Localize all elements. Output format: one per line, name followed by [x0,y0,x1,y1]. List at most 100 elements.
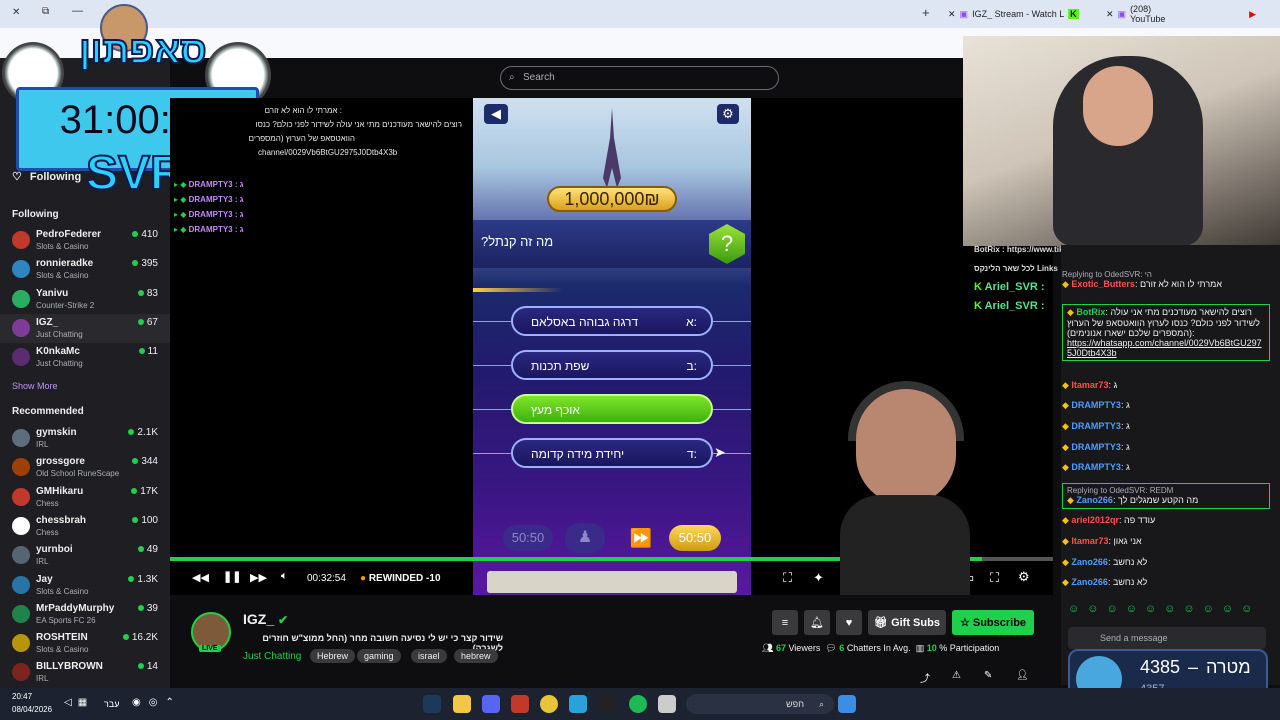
chat-username[interactable]: BotRix [1076,307,1105,317]
channel-name[interactable]: IGZ_ [243,611,274,627]
chat-username[interactable]: Itamar73 [1071,536,1108,546]
tab-close-icon[interactable]: ✕ [948,9,956,20]
new-tab-icon[interactable]: + [922,5,930,20]
chat-username[interactable]: Zano266 [1071,577,1108,587]
wifi-icon[interactable]: ◎ [149,697,166,708]
sidebar-channel-item[interactable]: PedroFederer Slots & Casino 410 [0,226,170,255]
chat-username[interactable]: DRAMPTY3 [1071,400,1121,410]
browser-window-icon[interactable]: ⧉ [42,6,49,17]
chat-username[interactable]: DRAMPTY3 [1071,421,1121,431]
chat-input[interactable]: Send a message [1068,627,1266,649]
lifeline-5050-right[interactable]: 50:50 [669,525,721,551]
notification-bell-icon[interactable]: 🔔︎ [804,610,830,635]
folder-icon[interactable] [453,695,471,713]
discord-icon[interactable] [482,695,500,713]
sidebar-channel-item[interactable]: BILLYBROWN IRL 14 [0,658,170,687]
chat-username[interactable]: Itamar73 [1071,380,1108,390]
pencil-icon[interactable]: ✎ [984,670,992,681]
audience-icon[interactable]: ♟ [565,523,605,553]
taskbar-lang[interactable]: עבר [104,699,119,709]
windows-start-icon[interactable] [838,695,856,713]
explorer-icon[interactable] [658,695,676,713]
chat-message: Replying to OdedSVR: REDM ◆ Zano266: מה ה… [1062,483,1270,509]
app-icon[interactable] [511,695,529,713]
steam-icon[interactable] [423,695,441,713]
recommended-header: Recommended [12,406,84,417]
skip-icon[interactable]: ⏩ [621,523,661,553]
more-button[interactable]: ≡ [772,610,798,635]
clip-icon[interactable]: ⛶ [783,570,792,586]
spotify-icon[interactable] [629,695,647,713]
subscribe-button[interactable]: ☆ Subscribe [952,610,1034,635]
channel-category: Slots & Casino [36,242,89,251]
chat-username[interactable]: DRAMPTY3 [1071,462,1121,472]
answer-option[interactable]: דרגה גבוהה באסלאם א: [511,306,713,336]
sidebar-channel-item[interactable]: Yanivu Counter-Strike 2 83 [0,285,170,314]
sidebar-channel-item[interactable]: yurnboi IRL 49 [0,541,170,570]
live-dot-icon [137,318,144,325]
tag-pill[interactable]: hebrew [454,649,498,663]
settings-gear-icon[interactable]: ⚙ [717,104,739,124]
sidebar-channel-item[interactable]: grossgore Old School RuneScape 344 [0,453,170,482]
pause-icon[interactable]: ❚❚ [223,570,241,583]
chat-message: ◆ DRAMPTY3: ג [1062,442,1270,453]
sidebar-channel-item[interactable]: MrPaddyMurphy EA Sports FC 26 39 [0,600,170,629]
browser-close-icon[interactable]: ✕ [12,7,20,18]
fullscreen-icon[interactable]: ⛶ [990,570,999,586]
speaker-icon[interactable]: ◁ [64,697,78,708]
stream-category[interactable]: Just Chatting [243,651,301,662]
chat-username[interactable]: DRAMPTY3 [1071,442,1121,452]
volume-icon[interactable]: 🔈︎ [281,570,288,583]
tag-pill[interactable]: israel [411,649,447,663]
gift-subs-button[interactable]: 🎁︎ Gift Subs [868,610,946,635]
back-button[interactable]: ◀ [484,104,508,124]
sidebar-channel-item[interactable]: ROSHTEIN Slots & Casino 16.2K [0,629,170,658]
forward-icon[interactable]: ▶▶ [250,571,267,584]
chrome-icon[interactable] [540,695,558,713]
settings-icon[interactable]: ⚙ [1018,569,1030,585]
chat-username[interactable]: Zano266 [1076,495,1113,505]
hint-icon[interactable]: ? [709,224,745,264]
sidebar-channel-item[interactable]: K0nkaMc Just Chatting 11 [0,343,170,372]
network-icon[interactable]: ▦ [78,697,93,708]
sidebar-channel-item[interactable]: chessbrah Chess 100 [0,512,170,541]
tag-pill[interactable]: Hebrew [310,649,356,663]
search-input[interactable]: ⌕ Search [500,66,779,90]
mic-icon[interactable]: ◉ [132,697,149,708]
sidebar-channel-item[interactable]: ronnieradke Slots & Casino 395 [0,255,170,284]
lifeline-5050-left[interactable]: 50:50 [503,525,553,551]
rewind-icon[interactable]: ◀◀ [192,571,209,584]
chat-username[interactable]: Exotic_Butters [1071,279,1135,289]
sidebar-channel-item[interactable]: Jay Slots & Casino 1.3K [0,571,170,600]
share-icon[interactable]: ⤴ [920,670,930,685]
following-label: Following [29,171,82,183]
tag-pill[interactable]: gaming [357,649,401,663]
user-icon[interactable]: 👤︎ [1016,670,1029,681]
live-dot-icon [132,260,139,267]
tray-icons-2: ◉◎⌃ [132,697,182,708]
taskbar-search[interactable]: חפש ⌕ [686,694,834,714]
sparkle-icon[interactable]: ✦ [813,570,824,586]
sidebar-channel-item[interactable]: gymskin IRL 2.1K [0,424,170,453]
answer-option[interactable]: שפת תכנות ב: [511,350,713,380]
tab-twitch[interactable]: ✕ ▣ IGZ_ Stream - Watch Live o K [948,4,1098,24]
tab-youtube[interactable]: ✕ ▣ (208) YouTube ▶ [1106,4,1256,24]
sidebar-channel-item[interactable]: GMHikaru Chess 17K [0,483,170,512]
overlay-chat-line: K Ariel_SVR : [974,300,1045,312]
telegram-icon[interactable] [569,695,587,713]
chat-link[interactable]: https://whatsapp.com/channel/0029Vb6BtGU… [1067,338,1265,358]
verified-icon: ✔ [278,613,289,627]
browser-minimize-icon[interactable]: — [72,5,83,17]
obs-icon[interactable] [599,695,617,713]
report-icon[interactable]: ⚠ [952,670,961,681]
answer-option[interactable]: אוכף מעץ [511,394,713,424]
chat-username[interactable]: ariel2012qr [1071,515,1119,525]
answer-text: דרגה גבוהה באסלאם [531,315,639,329]
chevron-up-icon[interactable]: ⌃ [165,697,181,708]
tab-close-icon[interactable]: ✕ [1106,9,1114,20]
follow-heart-icon[interactable]: ♥ [836,610,862,635]
sidebar-channel-item[interactable]: IGZ_ Just Chatting 67 [0,313,170,343]
show-more-link[interactable]: Show More [12,381,58,391]
answer-option[interactable]: יחידת מידה קדומה ד: [511,438,713,468]
chat-username[interactable]: Zano266 [1071,557,1108,567]
